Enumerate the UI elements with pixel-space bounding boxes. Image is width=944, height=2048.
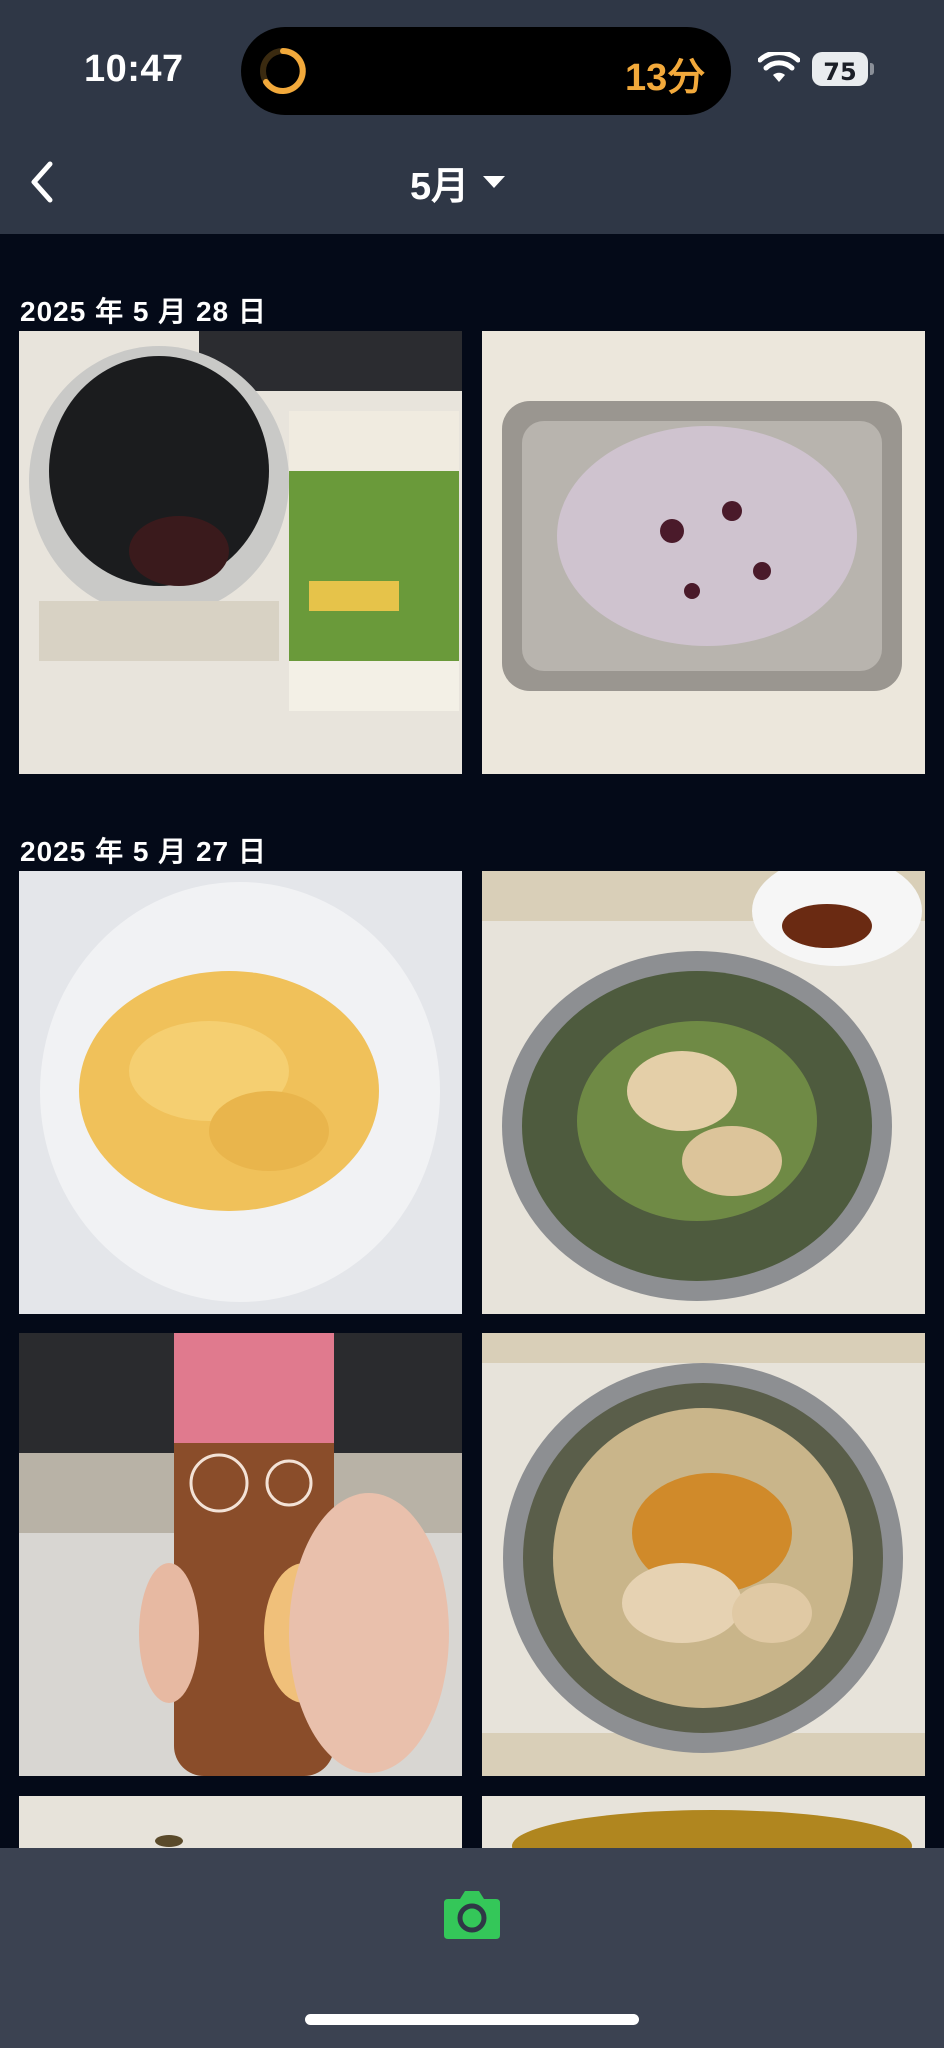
photo-thumbnail[interactable]	[19, 1333, 462, 1776]
timer-text: 13分	[625, 57, 706, 99]
photo-thumbnail[interactable]	[482, 871, 925, 1314]
photo-thumbnail[interactable]	[482, 1333, 925, 1776]
battery-cap	[870, 63, 874, 75]
photo-image	[19, 1333, 462, 1776]
wifi-icon	[758, 52, 800, 82]
photo-thumbnail[interactable]	[19, 871, 462, 1314]
photo-image	[482, 1796, 925, 1848]
nav-header: 5月	[0, 140, 944, 234]
photo-image	[482, 1333, 925, 1776]
status-bar: 10:47 13分 75	[0, 0, 944, 140]
photo-thumbnail[interactable]	[482, 1796, 925, 1848]
battery-indicator: 75	[812, 52, 874, 86]
photo-image	[19, 871, 462, 1314]
photo-image	[19, 1796, 462, 1848]
photo-thumbnail[interactable]	[19, 1796, 462, 1848]
chevron-left-icon[interactable]	[14, 150, 78, 214]
battery-level: 75	[823, 58, 857, 86]
timer-ring-icon	[260, 48, 306, 94]
photo-thumbnail[interactable]	[19, 331, 462, 774]
date-heading: 2025 年 5 月 28 日	[20, 296, 267, 327]
photo-image	[482, 871, 925, 1314]
month-selector[interactable]: 5月	[410, 154, 506, 210]
photo-thumbnail[interactable]	[482, 331, 925, 774]
home-indicator[interactable]	[305, 2014, 639, 2025]
month-label: 5月	[410, 165, 470, 208]
camera-icon[interactable]	[442, 1887, 502, 1941]
status-time: 10:47	[84, 48, 184, 90]
photo-image	[482, 331, 925, 774]
date-heading: 2025 年 5 月 27 日	[20, 836, 267, 867]
photo-image	[19, 331, 462, 774]
caret-down-icon	[483, 176, 506, 188]
